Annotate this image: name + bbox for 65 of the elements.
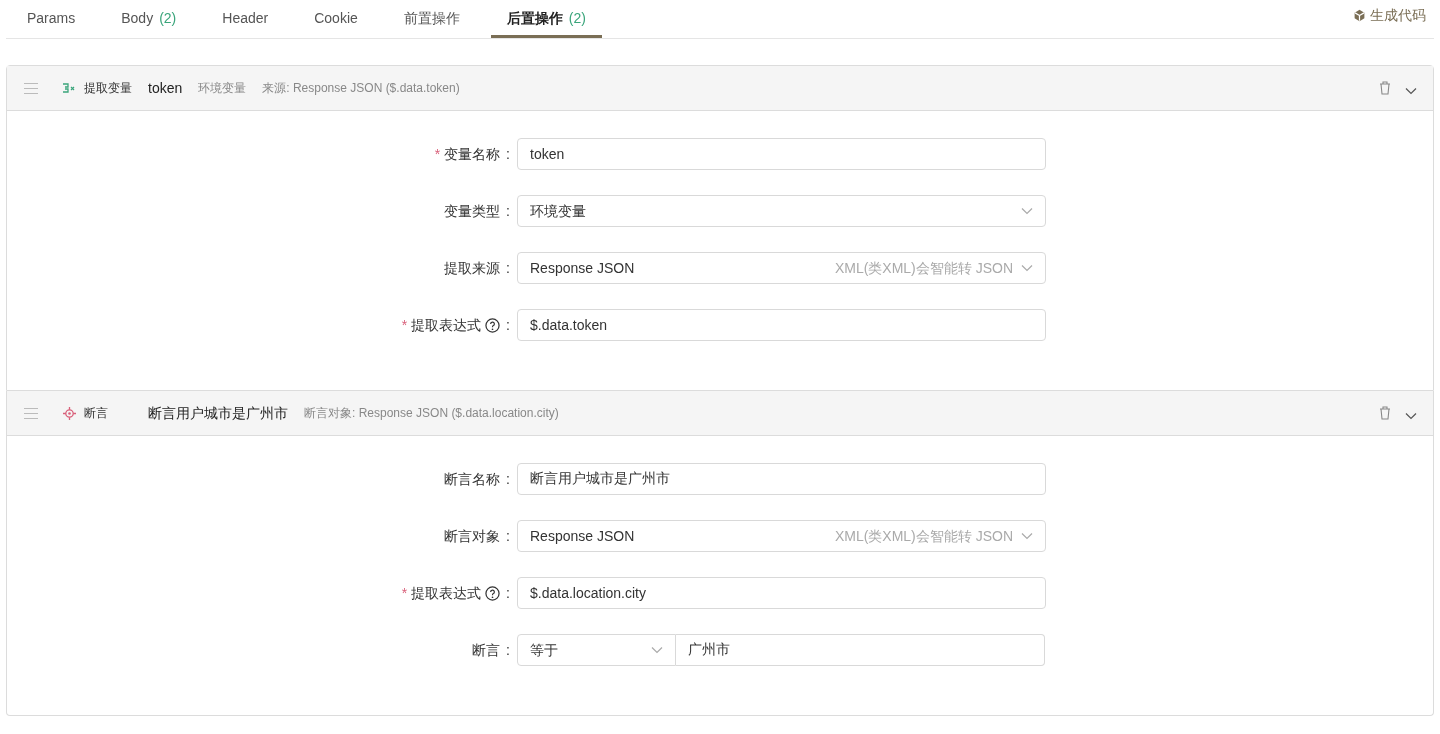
select-value: Response JSON [530,526,635,546]
tab[interactable]: 后置操作 (2) [490,0,602,38]
generate-code-button[interactable]: 生成代码 [1353,5,1426,26]
tab[interactable]: Body (2) [106,0,192,38]
drag-handle-icon[interactable] [24,407,38,419]
step-summary: 断言对象: Response JSON ($.data.location.city) [304,405,559,422]
select-value: 环境变量 [530,201,586,221]
label-colon: : [506,258,510,278]
field-label: 变量名称 [444,144,501,164]
text-field[interactable]: 断言用户城市是广州市 [517,463,1046,495]
help-icon[interactable] [485,317,501,333]
field-label: 提取来源 [444,258,501,278]
step-variable-type: 环境变量 [198,80,247,97]
tab[interactable]: 前置操作 [388,0,475,38]
field-label: 断言 [472,640,501,660]
drag-handle-icon[interactable] [24,82,38,94]
step-title: token [148,78,183,98]
select-value: 等于 [530,640,558,660]
label-colon: : [506,640,510,660]
field-label: 提取表达式 [411,583,482,603]
select-field[interactable]: Response JSON XML(类XML)会智能转 JSON [517,252,1046,284]
tab[interactable]: Header [207,0,284,38]
tab[interactable]: Params [12,0,91,38]
required-mark: * [401,315,408,335]
step-summary: 来源: Response JSON ($.data.token) [262,80,460,97]
field-label: 断言对象 [444,526,501,546]
trash-icon[interactable] [1379,81,1391,95]
text-field[interactable]: token [517,138,1046,170]
chevron-down-icon [1021,532,1033,540]
required-mark: * [434,144,441,164]
select-value: Response JSON [530,258,635,278]
help-icon[interactable] [485,585,501,601]
trash-icon[interactable] [1379,406,1391,420]
field-label: 断言名称 [444,469,501,489]
label-colon: : [506,315,510,335]
text-field[interactable]: $.data.location.city [517,577,1046,609]
chevron-down-icon [1021,264,1033,272]
select-field[interactable]: 环境变量 [517,195,1046,227]
required-mark: * [401,583,408,603]
cube-icon [1353,9,1366,22]
label-colon: : [506,583,510,603]
step-header[interactable]: 断言 断言用户城市是广州市 断言对象: Response JSON ($.data.location.city) [7,391,1433,436]
text-field[interactable]: $.data.token [517,309,1046,341]
tab[interactable]: Cookie [299,0,373,38]
operator-select[interactable]: 等于 [517,634,676,666]
step-type: 断言 [84,405,109,422]
step-type: 提取变量 [84,80,133,97]
chevron-down-icon [651,646,663,654]
step-header[interactable]: 提取变量 token 环境变量 来源: Response JSON ($.data.token) [7,66,1433,111]
select-field[interactable]: Response JSON XML(类XML)会智能转 JSON [517,520,1046,552]
step-title: 断言用户城市是广州市 [148,403,288,423]
target-icon [62,406,76,420]
label-colon: : [506,526,510,546]
select-hint: XML(类XML)会智能转 JSON [834,526,1013,546]
label-colon: : [506,469,510,489]
extract-icon [62,82,76,94]
chevron-down-icon [1021,207,1033,215]
field-label: 变量类型 [444,201,501,221]
chevron-icon[interactable] [1405,412,1417,420]
label-colon: : [506,144,510,164]
select-hint: XML(类XML)会智能转 JSON [834,258,1013,278]
expected-value-field[interactable]: 广州市 [676,634,1045,666]
label-colon: : [506,201,510,221]
field-label: 提取表达式 [411,315,482,335]
chevron-icon[interactable] [1405,87,1417,95]
